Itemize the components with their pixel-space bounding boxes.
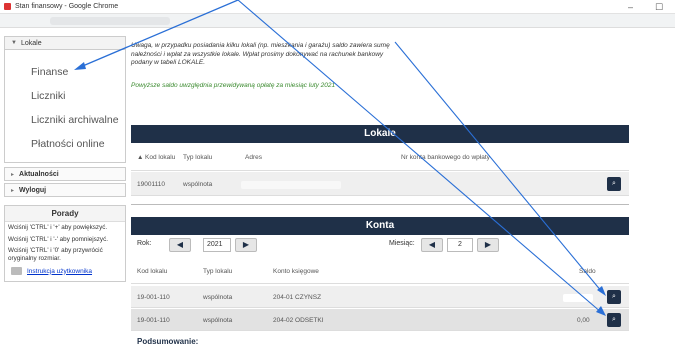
lokale-table-header: ▲ Kod lokalu Typ lokalu Adres Nr konta b…: [131, 143, 629, 171]
tips-panel: Porady Wciśnij 'CTRL' i '+' aby powiększ…: [4, 205, 126, 282]
tip-zoom-reset: Wciśnij 'CTRL' i '0' aby przywrócić oryg…: [8, 247, 103, 262]
sidebar: ▼ Lokale Finanse Liczniki Liczniki archi…: [4, 36, 126, 282]
cell-konto: 204-02 ODSETKI: [273, 317, 324, 324]
summary-label: Podsumowanie:: [137, 337, 199, 346]
cell-typ: wspólnota: [203, 294, 233, 301]
sidebar-item-liczniki[interactable]: Liczniki: [5, 84, 125, 108]
cell-konto: 204-01 CZYNSZ: [273, 294, 322, 301]
main-content: Uwaga, w przypadku posiadania kilku loka…: [131, 30, 629, 90]
konta-table-header: Kod lokalu Typ lokalu Konto księgowe Sal…: [131, 260, 629, 284]
konta-header: Konta: [131, 217, 629, 235]
caret-right-icon: ▸: [11, 171, 15, 178]
sidebar-link-label: Aktualności: [19, 170, 59, 178]
cell-kod: 19-001-110: [137, 317, 170, 324]
sidebar-item-liczniki-archiwalne[interactable]: Liczniki archiwalne: [5, 108, 125, 132]
month-prev-button[interactable]: ◀: [421, 238, 443, 252]
year-next-button[interactable]: ▶: [235, 238, 257, 252]
cell-kod: 19-001-110: [137, 294, 170, 301]
sidebar-link-label: Wyloguj: [19, 186, 47, 194]
balance-notice-feb: Powyższe saldo uwzględnia przewidywaną o…: [131, 81, 336, 89]
col-saldo[interactable]: Saldo: [579, 268, 596, 275]
col-typ-lokalu[interactable]: Typ lokalu: [203, 268, 232, 275]
magnifier-icon[interactable]: ⌕: [607, 177, 621, 191]
sidebar-links: ▸ Aktualności ▸ Wyloguj: [4, 167, 126, 197]
col-adres[interactable]: Adres: [245, 154, 262, 161]
col-kod-lokalu[interactable]: Kod lokalu: [137, 268, 167, 275]
address-bar[interactable]: [0, 14, 675, 28]
cell-saldo: 0,00: [577, 317, 590, 324]
konta-controls: Rok: ◀ 2021 ▶ Miesiąc: ◀ 2 ▶: [131, 235, 629, 257]
balance-notice: Uwaga, w przypadku posiadania kilku loka…: [131, 42, 390, 66]
col-konto-ksiegowe[interactable]: Konto księgowe: [273, 268, 319, 275]
maximize-button[interactable]: ☐: [655, 2, 663, 13]
cell-typ: wspólnota: [203, 317, 233, 324]
cell-kod: 19001110: [137, 181, 165, 188]
manual-row: Instrukcja użytkownika: [5, 264, 125, 281]
sort-icon[interactable]: ▲: [137, 154, 143, 161]
tips-title: Porady: [5, 206, 125, 222]
table-row: 19-001-110 wspólnota 204-01 CZYNSZ ⌕: [131, 286, 629, 308]
col-typ-lokalu[interactable]: Typ lokalu: [183, 154, 212, 161]
section-divider: [131, 204, 629, 205]
sidebar-link-aktualnosci[interactable]: ▸ Aktualności: [4, 167, 126, 181]
minimize-button[interactable]: –: [628, 2, 633, 12]
sidebar-section-lokale[interactable]: ▼ Lokale: [4, 36, 126, 50]
window-title: Stan finansowy - Google Chrome: [15, 3, 119, 10]
sidebar-item-platnosci-online[interactable]: Płatności online: [5, 132, 125, 156]
document-icon: [11, 267, 22, 275]
sidebar-menu: Finanse Liczniki Liczniki archiwalne Pła…: [4, 50, 126, 163]
summary-row: Podsumowanie:: [131, 331, 629, 351]
caret-down-icon: ▼: [11, 40, 17, 46]
manual-link[interactable]: Instrukcja użytkownika: [27, 268, 92, 275]
month-next-button[interactable]: ▶: [477, 238, 499, 252]
magnifier-icon[interactable]: ⌕: [607, 313, 621, 327]
col-nr-konta[interactable]: Nr konta bankowego do wpłaty: [401, 154, 490, 161]
magnifier-icon[interactable]: ⌕: [607, 290, 621, 304]
month-field[interactable]: 2: [447, 238, 473, 252]
caret-right-icon: ▸: [11, 187, 15, 194]
cell-typ: wspólnota: [183, 181, 213, 188]
tip-zoom-out: Wciśnij 'CTRL' i '-' aby pomniejszyć.: [8, 235, 108, 243]
sidebar-section-label: Lokale: [20, 39, 42, 47]
rok-label: Rok:: [137, 240, 152, 247]
table-row: 19001110 wspólnota ⌕: [131, 172, 629, 196]
table-row: 19-001-110 wspólnota 204-02 ODSETKI 0,00…: [131, 309, 629, 331]
window-titlebar: Stan finansowy - Google Chrome – ☐: [0, 0, 675, 14]
chrome-favicon-icon: [4, 3, 11, 10]
address-blurred: [50, 17, 170, 25]
year-prev-button[interactable]: ◀: [169, 238, 191, 252]
address-blurred: [241, 181, 341, 189]
year-field[interactable]: 2021: [203, 238, 231, 252]
sidebar-item-finanse[interactable]: Finanse: [5, 60, 125, 84]
saldo-blurred: [563, 294, 593, 302]
col-kod-lokalu[interactable]: Kod lokalu: [145, 154, 175, 161]
miesiac-label: Miesiąc:: [389, 240, 415, 247]
tip-zoom-in: Wciśnij 'CTRL' i '+' aby powiększyć.: [8, 224, 108, 231]
sidebar-link-wyloguj[interactable]: ▸ Wyloguj: [4, 183, 126, 197]
lokale-header: Lokale: [131, 125, 629, 143]
